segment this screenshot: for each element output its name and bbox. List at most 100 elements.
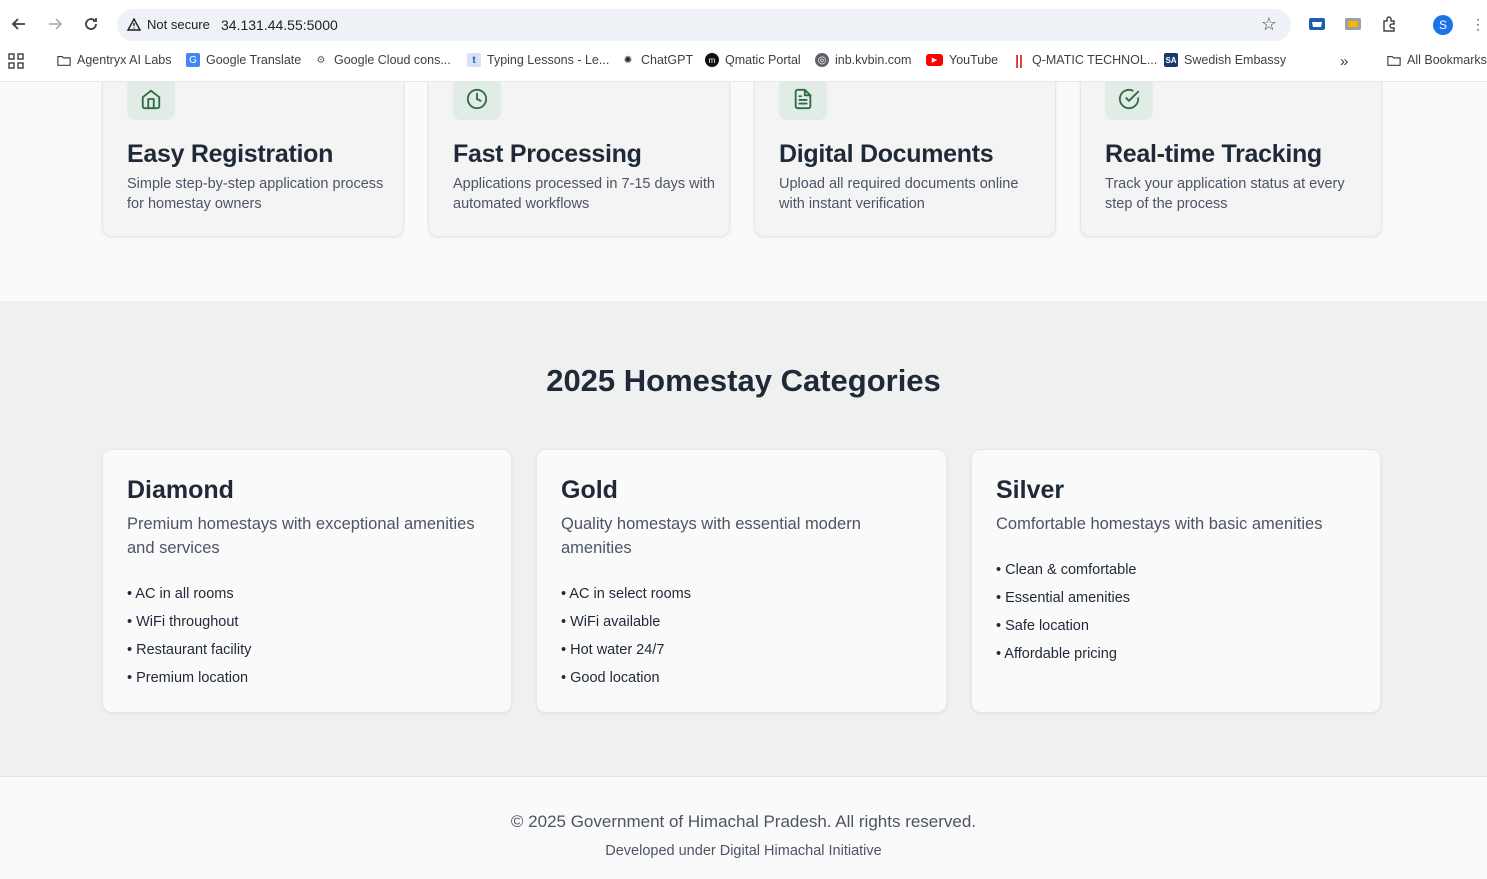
browser-toolbar: Not secure 34.131.44.55:5000 ☆ S ⋮	[0, 0, 1487, 48]
bookmark-agentryx[interactable]: Agentryx AI Labs	[57, 53, 172, 67]
feature-description: Simple step-by-step application process …	[127, 176, 384, 212]
list-item: • Hot water 24/7	[561, 642, 665, 658]
check-circle-icon	[1118, 88, 1140, 110]
apps-grid-icon[interactable]	[8, 53, 24, 69]
bookmark-inb-kvbin[interactable]: ◎ inb.kvbin.com	[815, 53, 911, 67]
more-bookmarks-chevron-icon[interactable]: »	[1340, 53, 1348, 70]
back-arrow-icon	[11, 18, 25, 30]
categories-section: 2025 Homestay Categories Diamond Premium…	[0, 301, 1487, 777]
category-card-diamond: Diamond Premium homestays with exception…	[102, 449, 512, 713]
qmatic-tech-icon: ||	[1015, 52, 1023, 68]
document-icon	[794, 88, 812, 110]
bookmark-label: Q-MATIC TECHNOL...	[1032, 53, 1158, 67]
list-item: • Essential amenities	[996, 590, 1131, 606]
bookmark-google-translate[interactable]: G Google Translate	[186, 53, 301, 67]
reload-button[interactable]	[79, 12, 103, 36]
security-indicator[interactable]: Not secure	[127, 17, 210, 32]
bookmark-star-icon[interactable]: ☆	[1261, 14, 1277, 35]
category-card-gold: Gold Quality homestays with essential mo…	[536, 449, 947, 713]
feature-description: Track your application status at every s…	[1105, 176, 1345, 212]
category-card-silver: Silver Comfortable homestays with basic …	[971, 449, 1381, 713]
feature-icon-box	[127, 82, 175, 120]
all-bookmarks-button[interactable]: All Bookmarks	[1387, 53, 1487, 67]
feature-card-tracking: Real-time Tracking Track your applicatio…	[1080, 82, 1382, 237]
list-item: • AC in all rooms	[127, 586, 234, 602]
bookmark-label: inb.kvbin.com	[835, 53, 912, 67]
bookmark-label: Swedish Embassy	[1184, 53, 1287, 67]
home-icon	[141, 89, 161, 110]
reload-icon	[85, 18, 97, 30]
address-bar[interactable]: Not secure 34.131.44.55:5000 ☆	[117, 9, 1291, 41]
bookmark-google-cloud[interactable]: ⚙ Google Cloud cons...	[314, 53, 451, 67]
bookmark-label: Qmatic Portal	[725, 53, 801, 67]
bookmark-youtube[interactable]: ▶ YouTube	[926, 53, 998, 67]
feature-card-documents: Digital Documents Upload all required do…	[754, 82, 1056, 237]
category-title: Gold	[561, 476, 618, 504]
copyright-text: © 2025 Government of Himachal Pradesh. A…	[510, 812, 977, 831]
bookmark-label: Agentryx AI Labs	[77, 53, 172, 67]
back-button[interactable]	[7, 12, 31, 36]
bookmark-label: Google Translate	[206, 53, 302, 67]
forward-arrow-icon	[49, 18, 63, 30]
globe-icon: ◎	[815, 53, 829, 67]
list-item: • Premium location	[127, 670, 249, 686]
category-description: Quality homestays with essential modern …	[561, 515, 861, 557]
bookmarks-bar: Agentryx AI Labs G Google Translate ⚙ Go…	[0, 48, 1487, 76]
media-extension-icon[interactable]	[1343, 14, 1363, 34]
clock-icon	[466, 88, 488, 110]
features-section: Easy Registration Simple step-by-step ap…	[0, 82, 1487, 301]
youtube-icon: ▶	[926, 54, 943, 66]
url-text[interactable]: 34.131.44.55:5000	[221, 17, 338, 33]
feature-card-registration: Easy Registration Simple step-by-step ap…	[102, 82, 404, 237]
amenities-list: • AC in select rooms • WiFi available • …	[561, 584, 691, 696]
feature-title: Fast Processing	[453, 140, 642, 168]
section-title: 2025 Homestay Categories	[546, 363, 941, 398]
bookmark-swedish-embassy[interactable]: SA Swedish Embassy	[1164, 53, 1286, 67]
feature-title: Real-time Tracking	[1105, 140, 1322, 168]
forward-button[interactable]	[43, 12, 67, 36]
browser-chrome: Not secure 34.131.44.55:5000 ☆ S ⋮ Agent…	[0, 0, 1487, 82]
page-footer: © 2025 Government of Himachal Pradesh. A…	[0, 777, 1487, 879]
feature-icon-box	[453, 82, 501, 120]
amenities-list: • AC in all rooms • WiFi throughout • Re…	[127, 584, 251, 696]
profile-avatar[interactable]: S	[1433, 15, 1453, 35]
list-item: • Restaurant facility	[127, 642, 252, 658]
folder-icon	[1387, 53, 1401, 67]
feature-title: Easy Registration	[127, 140, 334, 168]
category-description: Premium homestays with exceptional ameni…	[127, 515, 475, 557]
bookmark-label: Typing Lessons - Le...	[487, 53, 610, 67]
feature-icon-box	[779, 82, 827, 120]
category-title: Silver	[996, 476, 1065, 504]
list-item: • AC in select rooms	[561, 586, 691, 602]
bookmark-label: ChatGPT	[641, 53, 694, 67]
bookmark-qmatic-portal[interactable]: m Qmatic Portal	[705, 53, 801, 67]
list-item: • WiFi available	[561, 614, 661, 630]
all-bookmarks-label: All Bookmarks	[1407, 53, 1487, 67]
bookmark-chatgpt[interactable]: ✺ ChatGPT	[621, 53, 693, 67]
feature-description: Upload all required documents online wit…	[779, 176, 1019, 212]
list-item: • WiFi throughout	[127, 614, 239, 630]
amenities-list: • Clean & comfortable • Essential amenit…	[996, 560, 1136, 672]
category-title: Diamond	[127, 476, 234, 504]
developed-by-text: Developed under Digital Himachal Initiat…	[605, 843, 882, 859]
chatgpt-icon: ✺	[623, 54, 633, 66]
bookmark-label: YouTube	[949, 53, 999, 67]
list-item: • Affordable pricing	[996, 646, 1117, 662]
list-item: • Safe location	[996, 618, 1089, 634]
bookmark-qmatic-technologies[interactable]: || Q-MATIC TECHNOL...	[1012, 52, 1158, 68]
extensions-puzzle-icon[interactable]	[1379, 14, 1399, 34]
bookmark-label: Google Cloud cons...	[334, 53, 451, 67]
warning-icon	[127, 18, 141, 31]
list-item: • Clean & comfortable	[996, 562, 1137, 578]
cart-extension-icon[interactable]	[1307, 14, 1327, 34]
menu-kebab-icon[interactable]: ⋮	[1468, 14, 1487, 34]
security-label: Not secure	[147, 17, 210, 32]
category-description: Comfortable homestays with basic ameniti…	[996, 515, 1323, 533]
bookmark-typing-lessons[interactable]: t Typing Lessons - Le...	[467, 53, 609, 67]
feature-title: Digital Documents	[779, 140, 994, 168]
list-item: • Good location	[561, 670, 660, 686]
cloud-icon: ⚙	[316, 54, 326, 66]
qmatic-icon: m	[705, 53, 719, 67]
feature-card-processing: Fast Processing Applications processed i…	[428, 82, 730, 237]
translate-icon: G	[186, 53, 200, 67]
